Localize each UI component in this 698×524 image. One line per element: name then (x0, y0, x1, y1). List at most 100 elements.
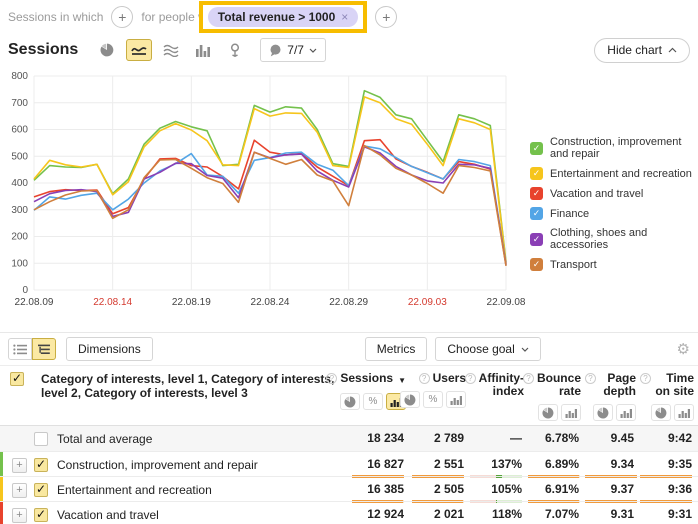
chevron-up-icon (668, 47, 677, 53)
legend-item[interactable]: ✓ Entertainment and recreation (530, 167, 694, 180)
metric-value: 9.34 (611, 457, 634, 471)
metric-value-cell: 9:35 (640, 452, 698, 478)
add-filter-button[interactable]: + (375, 6, 397, 28)
y-tick-label: 0 (22, 285, 28, 296)
metric-value-cell: 6.91% (528, 477, 585, 503)
pie-toggle-icon[interactable] (651, 404, 671, 421)
metric-value: 137% (491, 457, 522, 471)
metric-value: 6.91% (545, 482, 579, 496)
close-icon[interactable]: × (341, 10, 348, 24)
metrics-label: Metrics (377, 342, 416, 356)
legend-item[interactable]: ✓ Vacation and travel (530, 187, 694, 200)
metric-value: 16 385 (367, 482, 404, 496)
metrics-button[interactable]: Metrics (365, 337, 428, 361)
column-header-bounce-rate[interactable]: ?Bounce rate (528, 366, 585, 425)
expand-row-button[interactable]: + (12, 458, 27, 473)
bars-toggle-icon[interactable] (616, 404, 636, 421)
column-header-users[interactable]: ?Users% (410, 366, 470, 425)
metric-value-cell: 16 827 (346, 452, 410, 478)
legend-checkbox-icon[interactable]: ✓ (530, 233, 543, 246)
row-label-cell: +✓Construction, improvement and repair (0, 452, 346, 478)
metric-value: 9:42 (668, 431, 692, 445)
pie-toggle-icon[interactable] (340, 393, 360, 410)
legend-item[interactable]: ✓Construction, improvement and repair (530, 136, 694, 160)
filter-chip[interactable]: Total revenue > 1000 × (208, 7, 359, 27)
pie-toggle-icon[interactable] (400, 391, 420, 408)
pie-toggle-icon[interactable] (538, 404, 558, 421)
metric-value-cell: 118% (470, 502, 528, 524)
table-row[interactable]: +✓Entertainment and recreation16 3852 50… (0, 476, 698, 501)
chevron-down-icon (309, 48, 317, 53)
y-tick-label: 400 (11, 178, 28, 189)
row-color-bar (0, 477, 3, 503)
sessions-line-chart: 010020030040050060070080022.08.0922.08.1… (0, 66, 530, 314)
bars-toggle-icon[interactable] (674, 404, 694, 421)
pie-chart-icon[interactable] (94, 39, 120, 61)
bars-toggle-icon[interactable] (561, 404, 581, 421)
legend-label: Clothing, shoes and accessories (550, 227, 694, 251)
y-tick-label: 700 (11, 98, 28, 109)
bars-toggle-icon[interactable] (446, 391, 466, 408)
legend-checkbox-icon[interactable]: ✓ (530, 167, 543, 180)
y-tick-label: 800 (11, 71, 28, 82)
row-checkbox[interactable]: ✓ (34, 483, 48, 497)
hide-chart-button[interactable]: Hide chart (594, 38, 690, 63)
legend-item[interactable]: ✓ Transport (530, 258, 694, 271)
legend-checkbox-icon[interactable]: ✓ (530, 142, 543, 155)
percent-toggle-icon[interactable]: % (423, 391, 443, 408)
choose-goal-button[interactable]: Choose goal (435, 337, 540, 361)
pie-toggle-icon[interactable] (593, 404, 613, 421)
table-row[interactable]: Total and average18 2342 789—6.78%9.459:… (0, 426, 698, 451)
metric-value: 18 234 (367, 431, 404, 445)
row-checkbox[interactable]: ✓ (34, 458, 48, 472)
expand-row-button[interactable]: + (12, 508, 27, 523)
metric-value: 9:31 (668, 507, 692, 521)
metric-value: 2 789 (434, 431, 464, 445)
metric-value: 9:36 (668, 482, 692, 496)
legend-item[interactable]: ✓Finance (530, 207, 694, 220)
dimensions-button[interactable]: Dimensions (66, 337, 153, 361)
column-header-page-depth[interactable]: ?Page depth (585, 366, 640, 425)
tree-view-icon[interactable] (32, 338, 56, 360)
legend-label: Entertainment and recreation (550, 168, 692, 180)
map-pin-icon[interactable] (222, 39, 248, 61)
line-chart-icon[interactable] (126, 39, 152, 61)
metric-value: 9.37 (611, 482, 634, 496)
column-chart-icon[interactable] (190, 39, 216, 61)
legend-label: Vacation and travel (550, 188, 643, 200)
gear-icon[interactable]: ⚙ (677, 340, 690, 358)
annotations-button[interactable]: 7/7 (260, 38, 326, 62)
legend-checkbox-icon[interactable]: ✓ (530, 258, 543, 271)
row-checkbox[interactable]: ✓ (34, 508, 48, 522)
y-tick-label: 500 (11, 151, 28, 162)
legend-checkbox-icon[interactable]: ✓ (530, 187, 543, 200)
dimensions-label: Dimensions (78, 342, 141, 356)
percent-toggle-icon[interactable]: % (363, 393, 383, 410)
x-tick-label: 22.08.19 (172, 297, 211, 308)
column-header-time-on-site[interactable]: ?Time on site (640, 366, 698, 425)
column-header-affinity-index[interactable]: ?Affinity-index (470, 366, 528, 425)
help-icon: ? (326, 373, 337, 384)
stacked-area-icon[interactable] (158, 39, 184, 61)
row-checkbox[interactable] (34, 432, 48, 446)
table-row[interactable]: +✓Construction, improvement and repair16… (0, 451, 698, 476)
select-all-checkbox[interactable]: ✓ (10, 372, 24, 386)
expand-row-button[interactable]: + (12, 483, 27, 498)
hide-chart-label: Hide chart (607, 43, 662, 57)
legend-checkbox-icon[interactable]: ✓ (530, 207, 543, 220)
table-row[interactable]: +✓Vacation and travel12 9242 021118%7.07… (0, 501, 698, 524)
column-label: Affinity-index (479, 372, 524, 398)
choose-goal-label: Choose goal (447, 342, 514, 356)
chevron-down-icon (521, 347, 529, 352)
legend-label: Transport (550, 259, 597, 271)
column-label: Users (433, 372, 466, 385)
x-tick-label: 22.08.29 (329, 297, 368, 308)
metric-value-cell: 2 505 (410, 477, 470, 503)
filter-bar: Sessions in which + for people wit Total… (0, 0, 698, 34)
metric-value-cell: 6.89% (528, 452, 585, 478)
add-condition-button[interactable]: + (111, 6, 133, 28)
table-header-row: ✓ Category of interests, level 1, Catego… (0, 366, 698, 426)
flat-list-view-icon[interactable] (8, 338, 32, 360)
chart-title: Sessions (8, 41, 78, 59)
legend-item[interactable]: ✓ Clothing, shoes and accessories (530, 227, 694, 251)
